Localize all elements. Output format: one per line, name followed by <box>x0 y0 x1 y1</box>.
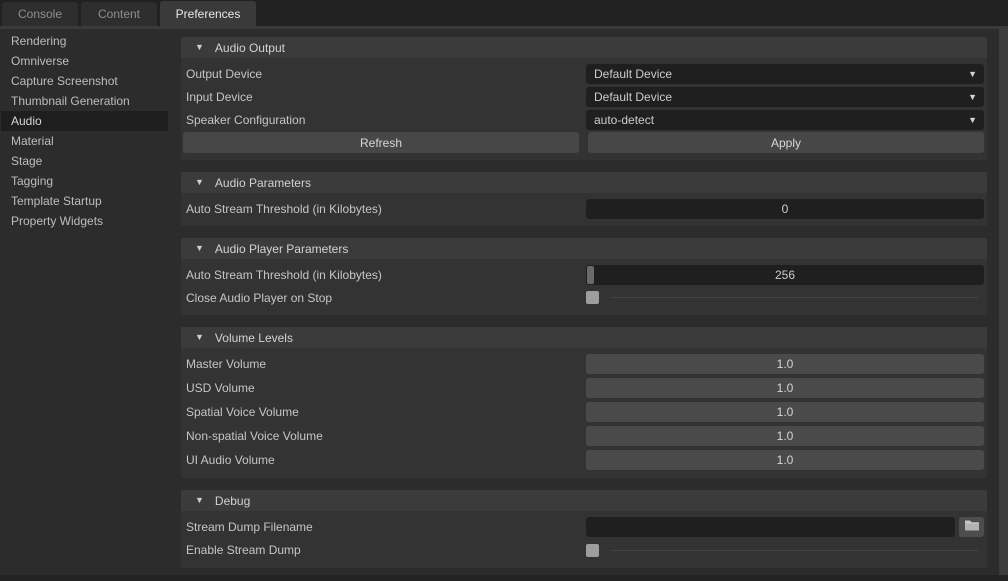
input-device-label: Input Device <box>186 90 586 104</box>
section-audio-parameters-header[interactable]: ▼ Audio Parameters <box>181 172 987 193</box>
dropdown-arrow-icon: ▼ <box>968 92 977 102</box>
divider-line <box>611 550 978 551</box>
section-volume-levels-header[interactable]: ▼ Volume Levels <box>181 327 987 348</box>
enable-stream-dump-row: Enable Stream Dump <box>181 538 987 562</box>
usd-volume-label: USD Volume <box>186 381 586 395</box>
preferences-main: Rendering Omniverse Capture Screenshot T… <box>0 29 1008 581</box>
section-audio-player-parameters-header[interactable]: ▼ Audio Player Parameters <box>181 238 987 259</box>
input-device-row: Input Device Default Device ▼ <box>181 85 987 108</box>
section-title: Volume Levels <box>215 331 293 345</box>
ui-audio-volume-label: UI Audio Volume <box>186 453 586 467</box>
spatial-voice-volume-label: Spatial Voice Volume <box>186 405 586 419</box>
collapse-arrow-icon[interactable]: ▼ <box>195 178 204 187</box>
collapse-arrow-icon[interactable]: ▼ <box>195 244 204 253</box>
speaker-configuration-value: auto-detect <box>594 113 654 127</box>
ui-audio-volume-slider[interactable]: 1.0 <box>586 450 984 470</box>
sidebar-item-capture-screenshot[interactable]: Capture Screenshot <box>1 71 168 91</box>
sidebar-item-tagging[interactable]: Tagging <box>1 171 168 191</box>
section-title: Debug <box>215 494 250 508</box>
dropdown-arrow-icon: ▼ <box>968 115 977 125</box>
sidebar-item-omniverse[interactable]: Omniverse <box>1 51 168 71</box>
tab-bar: Console Content Preferences <box>0 0 1008 26</box>
section-audio-player-parameters: ▼ Audio Player Parameters Auto Stream Th… <box>181 238 987 315</box>
preferences-sidebar: Rendering Omniverse Capture Screenshot T… <box>0 29 175 581</box>
usd-volume-slider[interactable]: 1.0 <box>586 378 984 398</box>
usd-volume-row: USD Volume 1.0 <box>181 376 987 400</box>
sidebar-item-template-startup[interactable]: Template Startup <box>1 191 168 211</box>
stream-dump-filename-row: Stream Dump Filename <box>181 515 987 538</box>
output-device-label: Output Device <box>186 67 586 81</box>
section-audio-output-header[interactable]: ▼ Audio Output <box>181 37 987 58</box>
enable-stream-dump-checkbox[interactable] <box>586 544 599 557</box>
section-title: Audio Player Parameters <box>215 242 348 256</box>
collapse-arrow-icon[interactable]: ▼ <box>195 43 204 52</box>
player-auto-stream-threshold-label: Auto Stream Threshold (in Kilobytes) <box>186 268 586 282</box>
vertical-scrollbar[interactable] <box>999 29 1008 581</box>
tab-preferences[interactable]: Preferences <box>160 1 256 26</box>
sidebar-item-material[interactable]: Material <box>1 131 168 151</box>
section-volume-levels: ▼ Volume Levels Master Volume 1.0 USD Vo… <box>181 327 987 478</box>
auto-stream-threshold-value: 0 <box>782 202 789 216</box>
auto-stream-threshold-field[interactable]: 0 <box>586 199 984 219</box>
close-on-stop-label: Close Audio Player on Stop <box>186 291 586 305</box>
sidebar-item-thumbnail-generation[interactable]: Thumbnail Generation <box>1 91 168 111</box>
sidebar-item-stage[interactable]: Stage <box>1 151 168 171</box>
auto-stream-threshold-label: Auto Stream Threshold (in Kilobytes) <box>186 202 586 216</box>
spatial-voice-volume-row: Spatial Voice Volume 1.0 <box>181 400 987 424</box>
spatial-voice-volume-value: 1.0 <box>777 405 794 419</box>
dropdown-arrow-icon: ▼ <box>968 69 977 79</box>
auto-stream-threshold-row: Auto Stream Threshold (in Kilobytes) 0 <box>181 197 987 220</box>
speaker-configuration-dropdown[interactable]: auto-detect ▼ <box>586 110 984 130</box>
output-device-row: Output Device Default Device ▼ <box>181 62 987 85</box>
player-auto-stream-threshold-value: 256 <box>775 268 795 282</box>
output-device-dropdown[interactable]: Default Device ▼ <box>586 64 984 84</box>
master-volume-value: 1.0 <box>777 357 794 371</box>
section-debug: ▼ Debug Stream Dump Filename <box>181 490 987 568</box>
usd-volume-value: 1.0 <box>777 381 794 395</box>
audio-preferences-content: ▼ Audio Output Output Device Default Dev… <box>175 29 1008 581</box>
input-device-value: Default Device <box>594 90 672 104</box>
input-device-dropdown[interactable]: Default Device ▼ <box>586 87 984 107</box>
collapse-arrow-icon[interactable]: ▼ <box>195 333 204 342</box>
master-volume-label: Master Volume <box>186 357 586 371</box>
refresh-button[interactable]: Refresh <box>183 132 579 153</box>
stream-dump-filename-input[interactable] <box>586 517 955 537</box>
sidebar-item-property-widgets[interactable]: Property Widgets <box>1 211 168 231</box>
section-title: Audio Output <box>215 41 285 55</box>
apply-button[interactable]: Apply <box>588 132 984 153</box>
tab-content[interactable]: Content <box>81 2 157 26</box>
master-volume-slider[interactable]: 1.0 <box>586 354 984 374</box>
section-title: Audio Parameters <box>215 176 311 190</box>
close-on-stop-row: Close Audio Player on Stop <box>181 286 987 309</box>
non-spatial-voice-volume-slider[interactable]: 1.0 <box>586 426 984 446</box>
folder-icon <box>964 519 980 535</box>
close-on-stop-checkbox[interactable] <box>586 291 599 304</box>
master-volume-row: Master Volume 1.0 <box>181 352 987 376</box>
output-device-value: Default Device <box>594 67 672 81</box>
tab-console[interactable]: Console <box>2 2 78 26</box>
browse-folder-button[interactable] <box>959 517 984 537</box>
speaker-configuration-row: Speaker Configuration auto-detect ▼ <box>181 108 987 131</box>
player-auto-stream-threshold-field[interactable]: 256 <box>586 265 984 285</box>
non-spatial-voice-volume-row: Non-spatial Voice Volume 1.0 <box>181 424 987 448</box>
sidebar-item-rendering[interactable]: Rendering <box>1 31 168 51</box>
collapse-arrow-icon[interactable]: ▼ <box>195 496 204 505</box>
non-spatial-voice-volume-value: 1.0 <box>777 429 794 443</box>
divider-line <box>611 297 978 298</box>
drag-grip[interactable] <box>587 266 594 284</box>
non-spatial-voice-volume-label: Non-spatial Voice Volume <box>186 429 586 443</box>
section-debug-header[interactable]: ▼ Debug <box>181 490 987 511</box>
window-bottom-edge <box>0 575 1008 581</box>
section-audio-output: ▼ Audio Output Output Device Default Dev… <box>181 37 987 160</box>
preferences-window: Console Content Preferences Rendering Om… <box>0 0 1008 581</box>
player-auto-stream-threshold-row: Auto Stream Threshold (in Kilobytes) 256 <box>181 263 987 286</box>
ui-audio-volume-row: UI Audio Volume 1.0 <box>181 448 987 472</box>
ui-audio-volume-value: 1.0 <box>777 453 794 467</box>
stream-dump-filename-label: Stream Dump Filename <box>186 520 586 534</box>
sidebar-item-audio[interactable]: Audio <box>1 111 168 131</box>
speaker-configuration-label: Speaker Configuration <box>186 113 586 127</box>
enable-stream-dump-label: Enable Stream Dump <box>186 543 586 557</box>
spatial-voice-volume-slider[interactable]: 1.0 <box>586 402 984 422</box>
section-audio-parameters: ▼ Audio Parameters Auto Stream Threshold… <box>181 172 987 226</box>
